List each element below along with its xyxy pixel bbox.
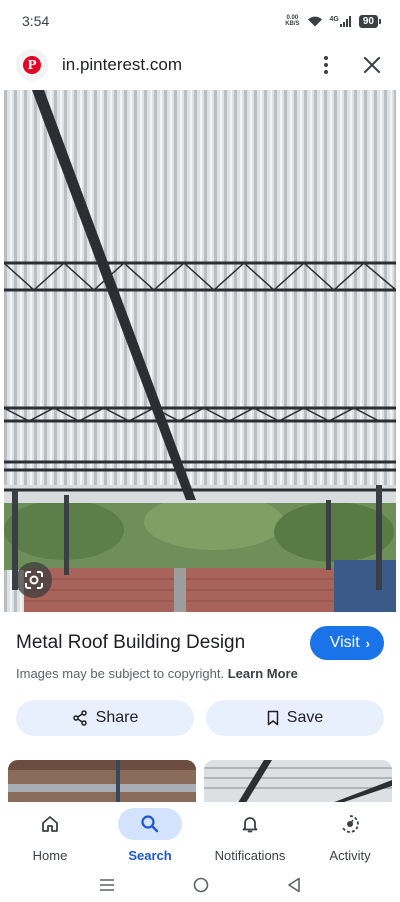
nav-label: Notifications	[214, 848, 286, 863]
site-favicon[interactable]: P	[16, 49, 48, 81]
lens-icon	[25, 571, 43, 589]
nav-icon-container	[218, 808, 282, 840]
chevron-right-icon: ›	[365, 635, 370, 651]
pinterest-logo-icon: P	[23, 56, 41, 74]
copyright-notice: Images may be subject to copyright. Lear…	[16, 666, 298, 681]
title-row: Metal Roof Building Design Visit ›	[16, 626, 384, 660]
status-time: 3:54	[22, 13, 50, 29]
signal-icon: 4G	[329, 15, 352, 27]
status-icons: 0.00 KB/S 4G 90	[285, 14, 382, 28]
dot	[324, 56, 328, 60]
google-lens-button[interactable]	[16, 562, 52, 598]
network-speed-unit: KB/S	[285, 21, 300, 27]
share-icon	[72, 710, 87, 726]
nav-icon-container	[18, 808, 82, 840]
bell-icon	[242, 817, 258, 833]
visit-button[interactable]: Visit ›	[309, 626, 384, 660]
save-button[interactable]: Save	[206, 700, 384, 736]
visit-label: Visit	[329, 634, 360, 651]
nav-label: Search	[128, 848, 172, 863]
home-icon	[42, 816, 58, 832]
search-icon	[141, 815, 159, 833]
network-speed: 0.00 KB/S	[285, 15, 299, 27]
nav-label: Activity	[329, 848, 371, 863]
copyright-text: Images may be subject to copyright.	[16, 666, 225, 681]
save-label: Save	[286, 709, 324, 726]
share-label: Share	[95, 709, 139, 726]
related-image[interactable]	[204, 760, 392, 806]
more-options-button[interactable]	[312, 51, 340, 79]
learn-more-link[interactable]: Learn More	[228, 666, 298, 681]
system-navigation-bar	[0, 868, 400, 902]
network-type: 4G	[329, 15, 339, 23]
battery-indicator: 90	[358, 14, 382, 28]
activity-icon	[342, 815, 359, 833]
nav-label: Home	[32, 848, 68, 863]
page-title[interactable]: Metal Roof Building Design	[16, 632, 245, 654]
dot	[324, 63, 328, 67]
nav-search[interactable]: Search	[100, 808, 200, 863]
nav-notifications[interactable]: Notifications	[200, 808, 300, 863]
related-image[interactable]	[8, 760, 196, 806]
dot	[324, 70, 328, 74]
nav-home[interactable]: Home	[0, 808, 100, 863]
close-icon	[364, 57, 380, 73]
bookmark-icon	[267, 710, 279, 726]
wifi-icon	[307, 15, 323, 27]
action-row: Share Save	[16, 700, 384, 736]
custom-tab-bar: P in.pinterest.com	[0, 42, 400, 88]
status-bar: 3:54 0.00 KB/S 4G 90	[0, 0, 400, 42]
back-icon[interactable]	[287, 877, 301, 893]
site-url[interactable]: in.pinterest.com	[62, 55, 312, 75]
nav-icon-container	[118, 808, 182, 840]
home-circle-icon[interactable]	[193, 877, 209, 893]
nav-activity[interactable]: Activity	[300, 808, 400, 863]
result-image[interactable]	[4, 90, 396, 612]
recents-icon[interactable]	[99, 878, 115, 892]
close-button[interactable]	[360, 53, 384, 77]
share-button[interactable]: Share	[16, 700, 194, 736]
bottom-navigation: Home Search Notifications Activity	[0, 802, 400, 868]
nav-icon-container	[318, 808, 382, 840]
